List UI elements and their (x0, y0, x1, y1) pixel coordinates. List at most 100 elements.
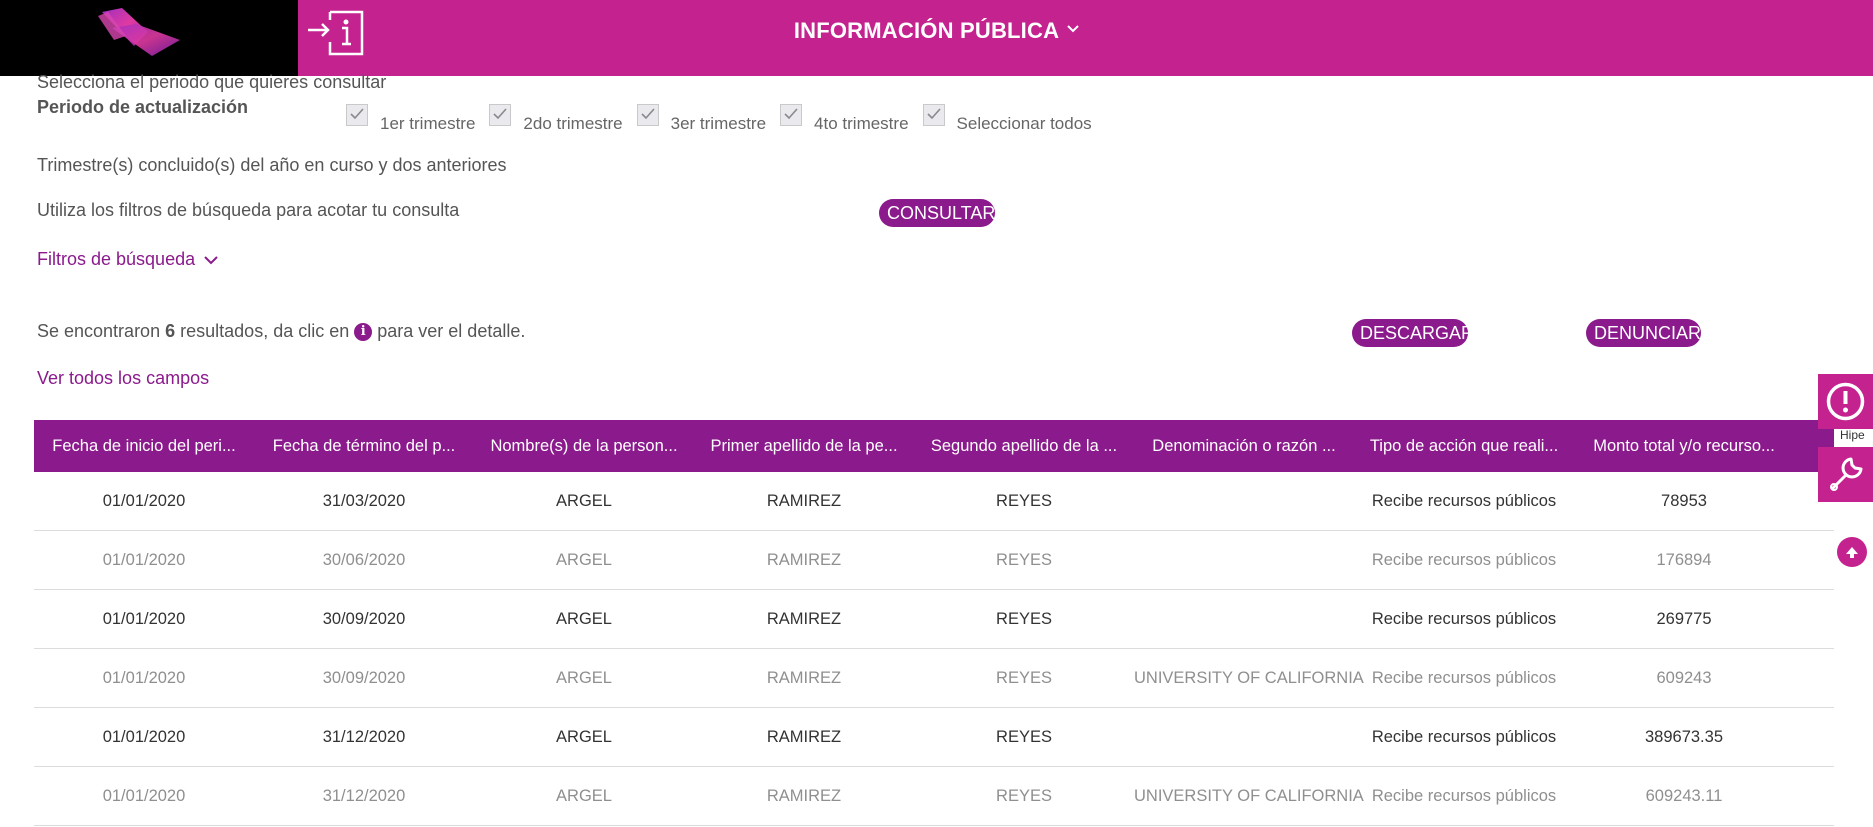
table-cell: 01/01/2020 (102, 491, 186, 510)
table-cell: Recibe recursos públicos (1371, 668, 1557, 687)
checkbox-box[interactable] (780, 104, 803, 126)
checkbox-label: 1er trimestre (380, 114, 476, 133)
results-summary: Se encontraron 6 resultados, da clic en … (37, 321, 525, 342)
table-cell: REYES (996, 786, 1052, 805)
check-icon (926, 108, 941, 120)
table-cell: 30/09/2020 (322, 609, 406, 628)
periodo-checkbox-group: 1er trimestre 2do trimestre 3er trimestr… (346, 104, 1106, 134)
table-row[interactable]: 01/01/2020 31/12/2020 ARGEL RAMIREZ REYE… (34, 767, 1834, 826)
table-header: Fecha de inicio del peri... Fecha de tér… (34, 420, 1834, 472)
table-cell: Recibe recursos públicos (1371, 786, 1557, 805)
checkbox-box[interactable] (346, 104, 368, 126)
column-header[interactable]: Segundo apellido de la ... (914, 437, 1134, 456)
info-icon: i (354, 323, 373, 341)
filters-toggle[interactable]: Filtros de búsqueda (37, 249, 218, 270)
results-count: 6 (165, 321, 176, 341)
checkbox-box[interactable] (489, 104, 512, 126)
table-cell: 78953 (1661, 491, 1707, 510)
table-cell: ARGEL (556, 609, 612, 628)
scroll-up-button[interactable] (1837, 537, 1867, 567)
checkbox-2do-trimestre[interactable]: 2do trimestre (489, 104, 623, 134)
chevron-down-icon (204, 256, 218, 265)
column-header[interactable]: Monto total y/o recurso... (1574, 437, 1794, 456)
table-cell: 176894 (1656, 550, 1712, 569)
periodo-prompt: Selecciona el periodo que quieres consul… (37, 72, 387, 92)
table-cell: 01/01/2020 (102, 668, 186, 687)
table-cell: 389673.35 (1645, 727, 1723, 746)
table-cell: RAMIREZ (766, 668, 842, 687)
table-cell: ARGEL (556, 727, 612, 746)
results-suffix: para ver el detalle. (377, 321, 526, 341)
top-bar: INFORMACIÓN PÚBLICA (0, 0, 1873, 76)
column-header[interactable]: Fecha de término del p... (254, 437, 474, 456)
table-cell: RAMIREZ (766, 491, 842, 510)
table-cell: REYES (996, 668, 1052, 687)
tools-side-button[interactable] (1818, 447, 1873, 502)
table-cell: 31/12/2020 (322, 727, 406, 746)
table-cell: 01/01/2020 (102, 609, 186, 628)
table-cell: 30/09/2020 (322, 668, 406, 687)
filters-prompt: Utiliza los filtros de búsqueda para aco… (37, 200, 460, 220)
table-cell: Recibe recursos públicos (1371, 727, 1557, 746)
table-cell: RAMIREZ (766, 609, 842, 628)
check-icon (641, 108, 655, 120)
table-cell: UNIVERSITY OF CALIFORNIA (1134, 786, 1364, 805)
checkbox-label: 4to trimestre (814, 114, 909, 133)
table-cell: ARGEL (556, 786, 612, 805)
checkbox-3er-trimestre[interactable]: 3er trimestre (636, 104, 767, 134)
consultar-button[interactable]: CONSULTAR (879, 199, 995, 227)
checkbox-seleccionar-todos[interactable]: Seleccionar todos (922, 104, 1092, 134)
table-row[interactable]: 01/01/2020 31/12/2020 ARGEL RAMIREZ REYE… (34, 708, 1834, 767)
checkbox-box[interactable] (922, 104, 945, 126)
ver-todos-campos-link[interactable]: Ver todos los campos (37, 368, 209, 389)
nav-title-text: INFORMACIÓN PÚBLICA (793, 18, 1060, 43)
table-cell: REYES (996, 550, 1052, 569)
checkbox-label: 3er trimestre (670, 114, 767, 133)
checkbox-1er-trimestre[interactable]: 1er trimestre (346, 104, 475, 134)
table-cell: RAMIREZ (766, 727, 842, 746)
table-cell: RAMIREZ (766, 786, 842, 805)
table-row[interactable]: 01/01/2020 30/09/2020 ARGEL RAMIREZ REYE… (34, 649, 1834, 708)
table-cell: Recibe recursos públicos (1371, 550, 1557, 569)
table-cell: 609243 (1656, 668, 1712, 687)
denunciar-button[interactable]: DENUNCIAR (1586, 319, 1701, 347)
table-cell: 30/06/2020 (322, 550, 406, 569)
table-cell: 609243.11 (1645, 786, 1723, 805)
table-cell: ARGEL (556, 491, 612, 510)
table-cell: ARGEL (556, 550, 612, 569)
table-cell: Recibe recursos públicos (1371, 609, 1557, 628)
check-icon (784, 108, 798, 120)
alert-side-button[interactable] (1818, 374, 1873, 429)
table-cell: ARGEL (556, 668, 612, 687)
column-header[interactable]: Nombre(s) de la person... (474, 437, 694, 456)
table-row[interactable]: 01/01/2020 30/09/2020 ARGEL RAMIREZ REYE… (34, 590, 1834, 649)
column-header[interactable]: Tipo de acción que reali... (1354, 437, 1574, 456)
table-row[interactable]: 01/01/2020 31/03/2020 ARGEL RAMIREZ REYE… (34, 472, 1834, 531)
descargar-button[interactable]: DESCARGAR (1352, 319, 1474, 347)
nav-menu-title[interactable]: INFORMACIÓN PÚBLICA (0, 18, 1873, 44)
arrow-up-icon (1846, 547, 1858, 558)
table-cell: 31/03/2020 (322, 491, 406, 510)
table-cell: 01/01/2020 (102, 727, 186, 746)
checkbox-label: Seleccionar todos (956, 114, 1092, 133)
table-cell: 269775 (1656, 609, 1712, 628)
column-header[interactable]: Fecha de inicio del peri... (34, 437, 254, 456)
table-cell: 01/01/2020 (102, 786, 186, 805)
results-table: Fecha de inicio del peri... Fecha de tér… (34, 420, 1834, 826)
checkbox-box[interactable] (636, 104, 659, 126)
results-middle: resultados, da clic en (180, 321, 350, 341)
table-cell: 01/01/2020 (102, 550, 186, 569)
column-header[interactable]: Primer apellido de la pe... (694, 437, 914, 456)
table-row[interactable]: 01/01/2020 30/06/2020 ARGEL RAMIREZ REYE… (34, 531, 1834, 590)
periodo-label: Periodo de actualización (37, 97, 249, 117)
table-cell: RAMIREZ (766, 550, 842, 569)
side-partial-label: Hipe (1840, 428, 1865, 442)
table-cell: REYES (996, 727, 1052, 746)
column-header[interactable]: Denominación o razón ... (1134, 437, 1354, 456)
table-cell: Recibe recursos públicos (1371, 491, 1557, 510)
table-cell: REYES (996, 609, 1052, 628)
check-icon (350, 108, 364, 120)
table-cell: 31/12/2020 (322, 786, 406, 805)
checkbox-4to-trimestre[interactable]: 4to trimestre (780, 104, 909, 134)
check-icon (493, 108, 508, 120)
